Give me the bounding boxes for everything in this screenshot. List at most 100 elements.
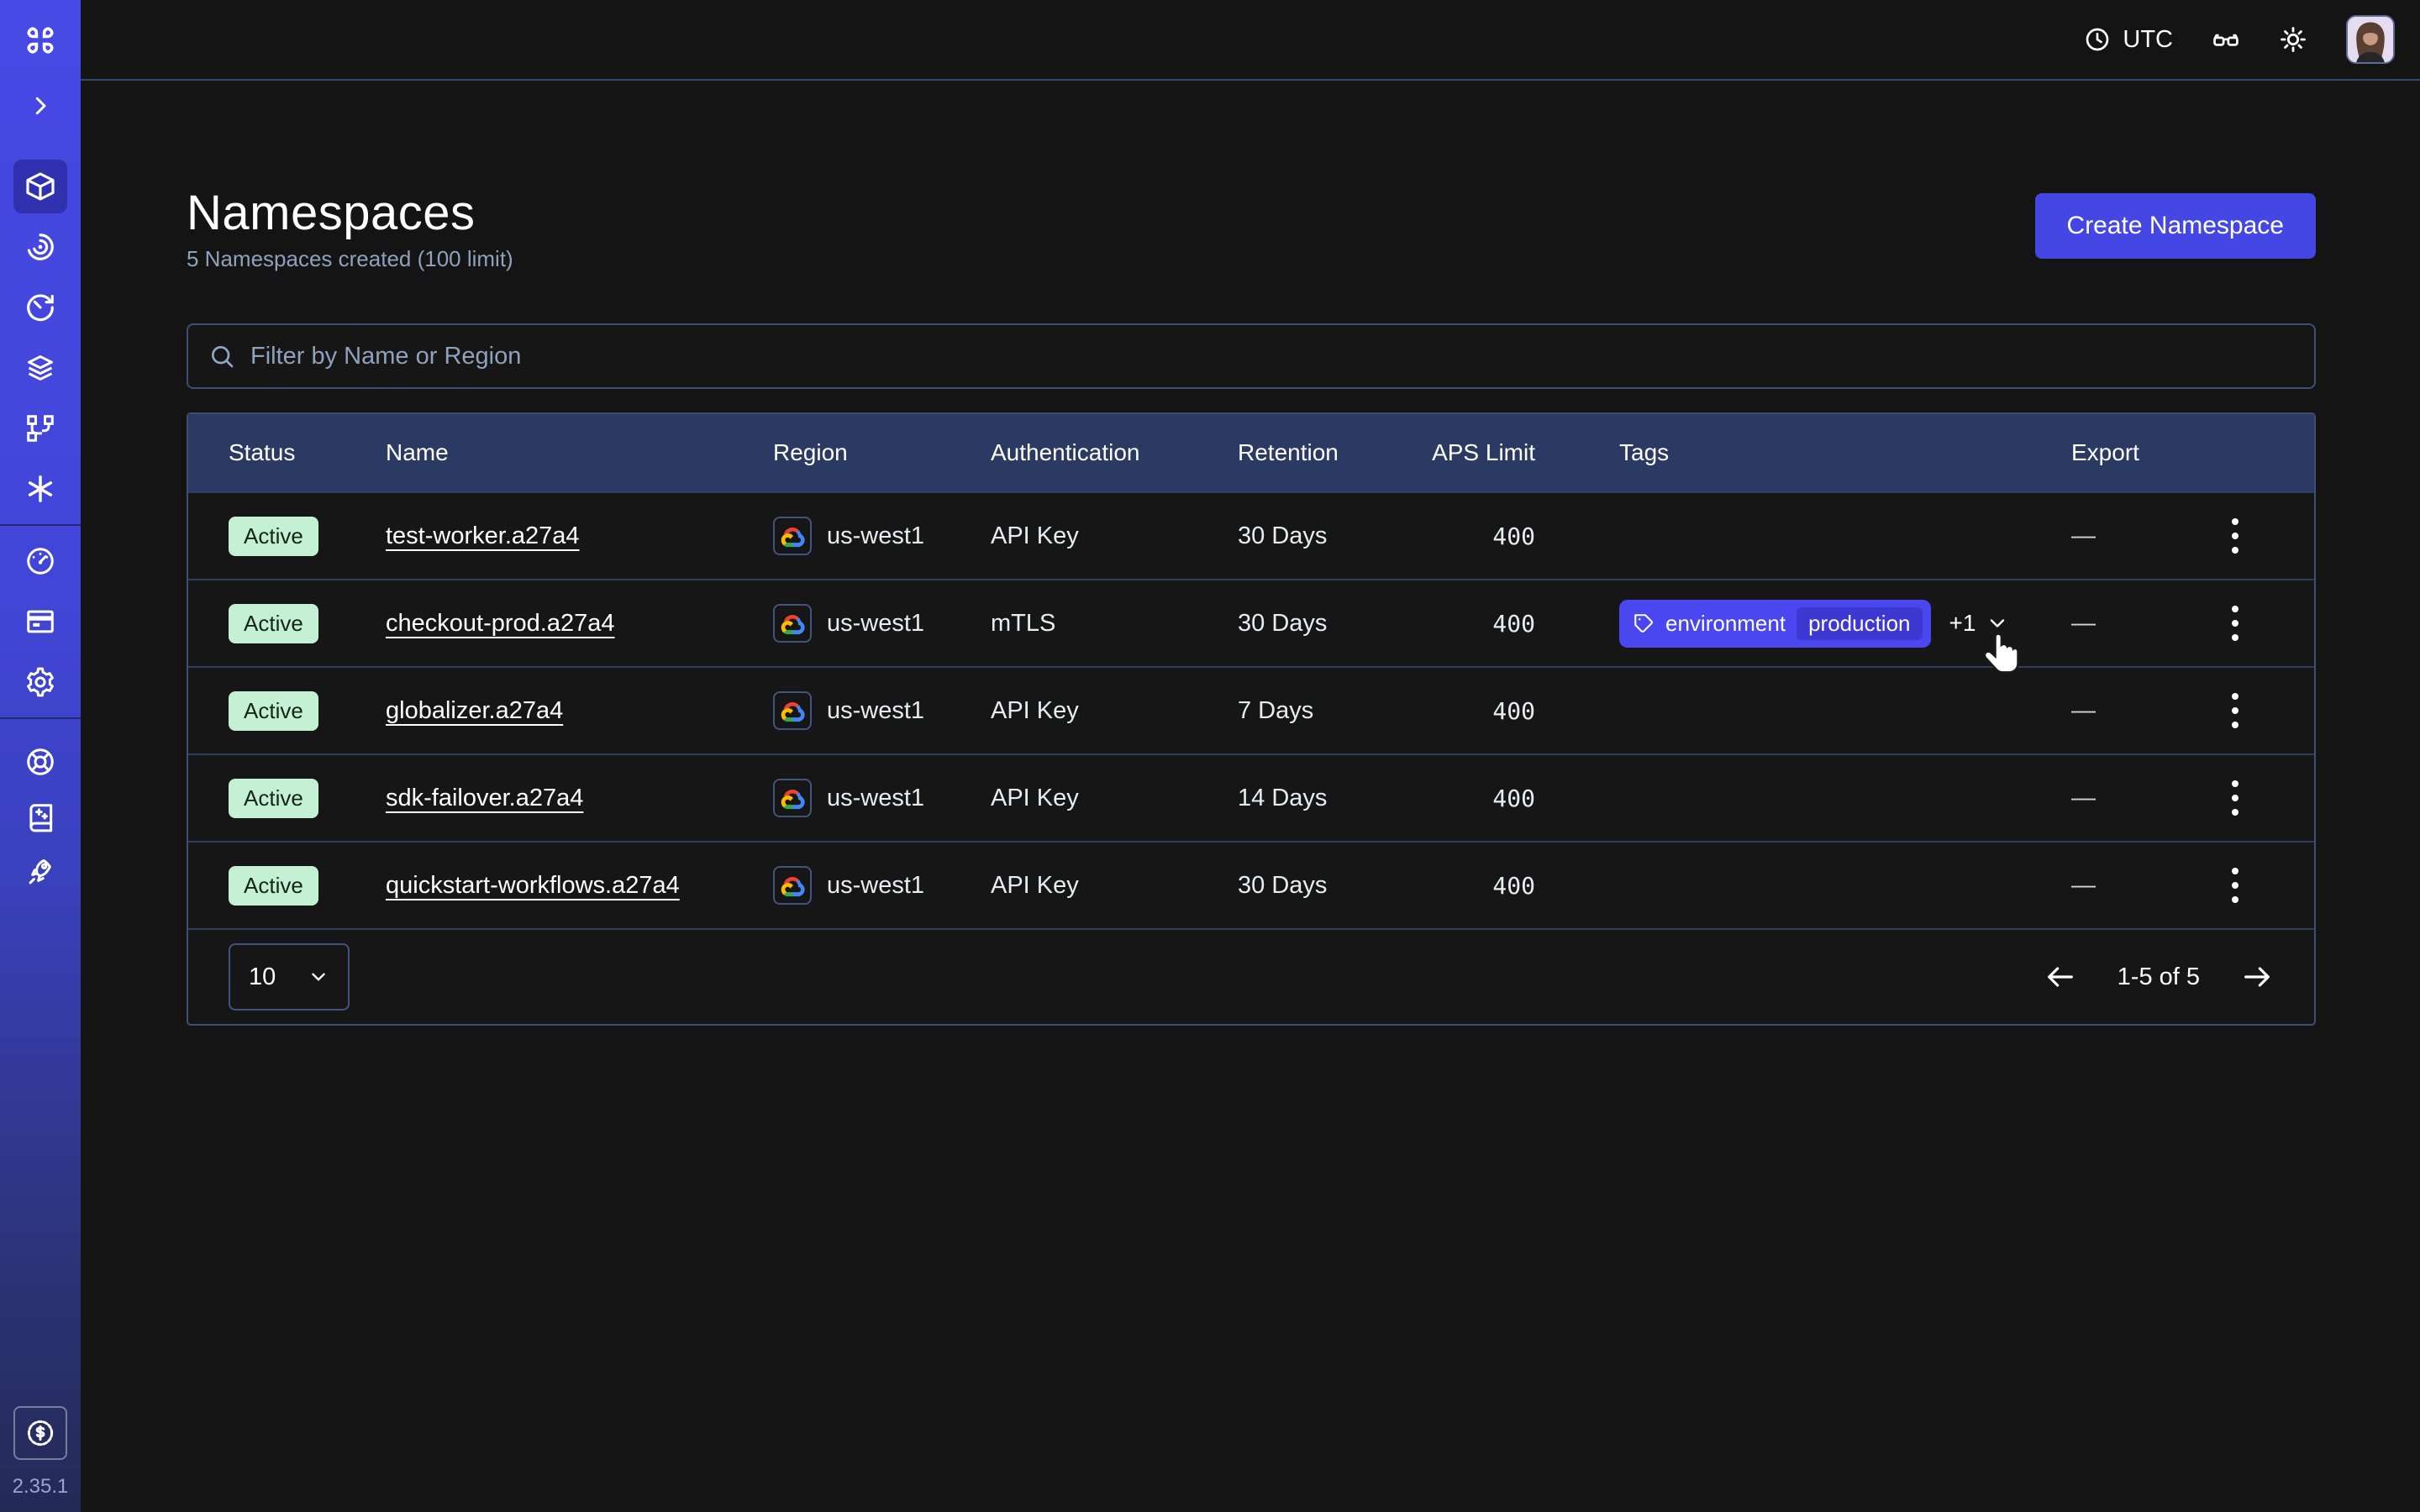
tag-value: production <box>1797 607 1922 640</box>
region-label: us-west1 <box>827 697 924 725</box>
authentication-cell: API Key <box>991 872 1238 900</box>
aps-limit-cell: 400 <box>1397 785 1535 812</box>
namespaces-active-tile <box>13 160 67 213</box>
gear-icon <box>24 666 56 698</box>
sidebar-item-batch-operations[interactable] <box>0 398 81 459</box>
sidebar-item-settings[interactable] <box>0 652 81 712</box>
sidebar-expand-button[interactable] <box>0 81 81 131</box>
retention-cell: 30 Days <box>1238 610 1397 638</box>
create-namespace-button[interactable]: Create Namespace <box>2035 193 2316 259</box>
clock-icon <box>2084 26 2111 53</box>
namespace-name-link[interactable]: sdk-failover.a27a4 <box>386 785 583 812</box>
namespace-name-link[interactable]: quickstart-workflows.a27a4 <box>386 872 680 900</box>
tag-more-count: +1 <box>1949 610 1976 637</box>
rocket-icon <box>24 857 56 889</box>
gcp-cloud-icon <box>773 779 812 817</box>
sidebar-item-getting-started[interactable] <box>0 845 81 900</box>
glasses-icon <box>2212 25 2240 54</box>
labs-mode-button[interactable] <box>2212 25 2240 54</box>
row-actions-menu-button[interactable] <box>2223 685 2247 737</box>
aps-limit-cell: 400 <box>1397 522 1535 550</box>
namespace-tag-chip[interactable]: environment production <box>1619 600 1931 648</box>
column-header-aps-limit: APS Limit <box>1397 439 1535 466</box>
lifebuoy-icon <box>24 746 56 778</box>
page-size-value: 10 <box>249 963 276 991</box>
chevron-right-icon <box>28 93 53 118</box>
dollar-badge-icon <box>24 1417 56 1449</box>
table-row: Active test-worker.a27a4 us-west1 API Ke… <box>188 491 2314 579</box>
aps-limit-cell: 400 <box>1397 610 1535 638</box>
tags-group: environment production +1 <box>1619 600 2009 648</box>
row-actions-menu-button[interactable] <box>2223 859 2247 911</box>
filter-input[interactable] <box>250 343 2294 370</box>
aps-limit-cell: 400 <box>1397 697 1535 725</box>
column-header-tags: Tags <box>1535 439 2071 466</box>
aps-limit-cell: 400 <box>1397 872 1535 900</box>
previous-page-button[interactable] <box>2044 960 2077 994</box>
region-label: us-west1 <box>827 872 924 900</box>
sidebar-item-docs[interactable] <box>0 790 81 845</box>
pagination-range-label: 1-5 of 5 <box>2118 963 2200 991</box>
namespace-name-link[interactable]: test-worker.a27a4 <box>386 522 580 550</box>
export-cell: — <box>2071 697 2196 725</box>
authentication-cell: API Key <box>991 785 1238 812</box>
gcp-cloud-icon <box>773 604 812 643</box>
column-header-authentication: Authentication <box>991 439 1238 466</box>
namespaces-table: Status Name Region Authentication Retent… <box>187 412 2316 1026</box>
row-actions-menu-button[interactable] <box>2223 597 2247 649</box>
tags-expand-button[interactable] <box>1986 612 2009 635</box>
retention-cell: 7 Days <box>1238 697 1397 725</box>
temporal-logo[interactable] <box>0 0 81 81</box>
sidebar-item-nexus[interactable] <box>0 459 81 519</box>
search-icon <box>208 343 235 370</box>
retention-cell: 30 Days <box>1238 872 1397 900</box>
next-page-button[interactable] <box>2240 960 2274 994</box>
authentication-cell: API Key <box>991 522 1238 550</box>
sun-icon <box>2279 25 2307 54</box>
row-actions-menu-button[interactable] <box>2223 772 2247 824</box>
topbar: UTC <box>81 0 2420 81</box>
table-header: Status Name Region Authentication Retent… <box>188 414 2314 491</box>
table-row: Active quickstart-workflows.a27a4 us-wes… <box>188 841 2314 928</box>
gcp-cloud-icon <box>773 517 812 555</box>
export-cell: — <box>2071 610 2196 638</box>
authentication-cell: mTLS <box>991 610 1238 638</box>
column-header-retention: Retention <box>1238 439 1397 466</box>
sidebar-item-schedules[interactable] <box>0 277 81 338</box>
sidebar-item-deployments[interactable] <box>0 338 81 398</box>
filter-search-box[interactable] <box>187 323 2316 389</box>
branch-graph-icon <box>24 412 56 444</box>
sidebar-divider <box>0 524 81 526</box>
timezone-selector[interactable]: UTC <box>2084 26 2173 54</box>
user-avatar[interactable] <box>2346 15 2395 64</box>
namespace-name-link[interactable]: globalizer.a27a4 <box>386 697 563 725</box>
cube-icon <box>24 170 57 203</box>
credits-button[interactable] <box>13 1406 67 1460</box>
table-row: Active sdk-failover.a27a4 us-west1 API K… <box>188 753 2314 841</box>
row-actions-menu-button[interactable] <box>2223 510 2247 562</box>
status-badge: Active <box>229 866 318 906</box>
namespace-count-subtitle: 5 Namespaces created (100 limit) <box>187 244 513 273</box>
chevron-down-icon <box>308 966 329 988</box>
asterisk-icon <box>24 473 56 505</box>
export-cell: — <box>2071 785 2196 812</box>
sidebar-divider <box>0 717 81 719</box>
sidebar-item-workflows[interactable] <box>0 217 81 277</box>
sidebar-item-namespaces[interactable] <box>0 156 81 217</box>
region-label: us-west1 <box>827 610 924 638</box>
sidebar-item-billing[interactable] <box>0 591 81 652</box>
gcp-cloud-icon <box>773 866 812 905</box>
timer-icon <box>24 291 56 323</box>
theme-toggle-button[interactable] <box>2279 25 2307 54</box>
sidebar-item-support[interactable] <box>0 734 81 790</box>
table-row: Active checkout-prod.a27a4 us-west1 mTLS… <box>188 579 2314 666</box>
browser-card-icon <box>24 606 56 638</box>
namespace-name-link[interactable]: checkout-prod.a27a4 <box>386 610 614 638</box>
arrow-right-icon <box>2240 960 2274 994</box>
gauge-icon <box>24 545 56 577</box>
sidebar-item-usage[interactable] <box>0 531 81 591</box>
gcp-cloud-icon <box>773 691 812 730</box>
tag-icon <box>1633 612 1655 634</box>
arrow-left-icon <box>2044 960 2077 994</box>
page-size-select[interactable]: 10 <box>229 943 350 1011</box>
